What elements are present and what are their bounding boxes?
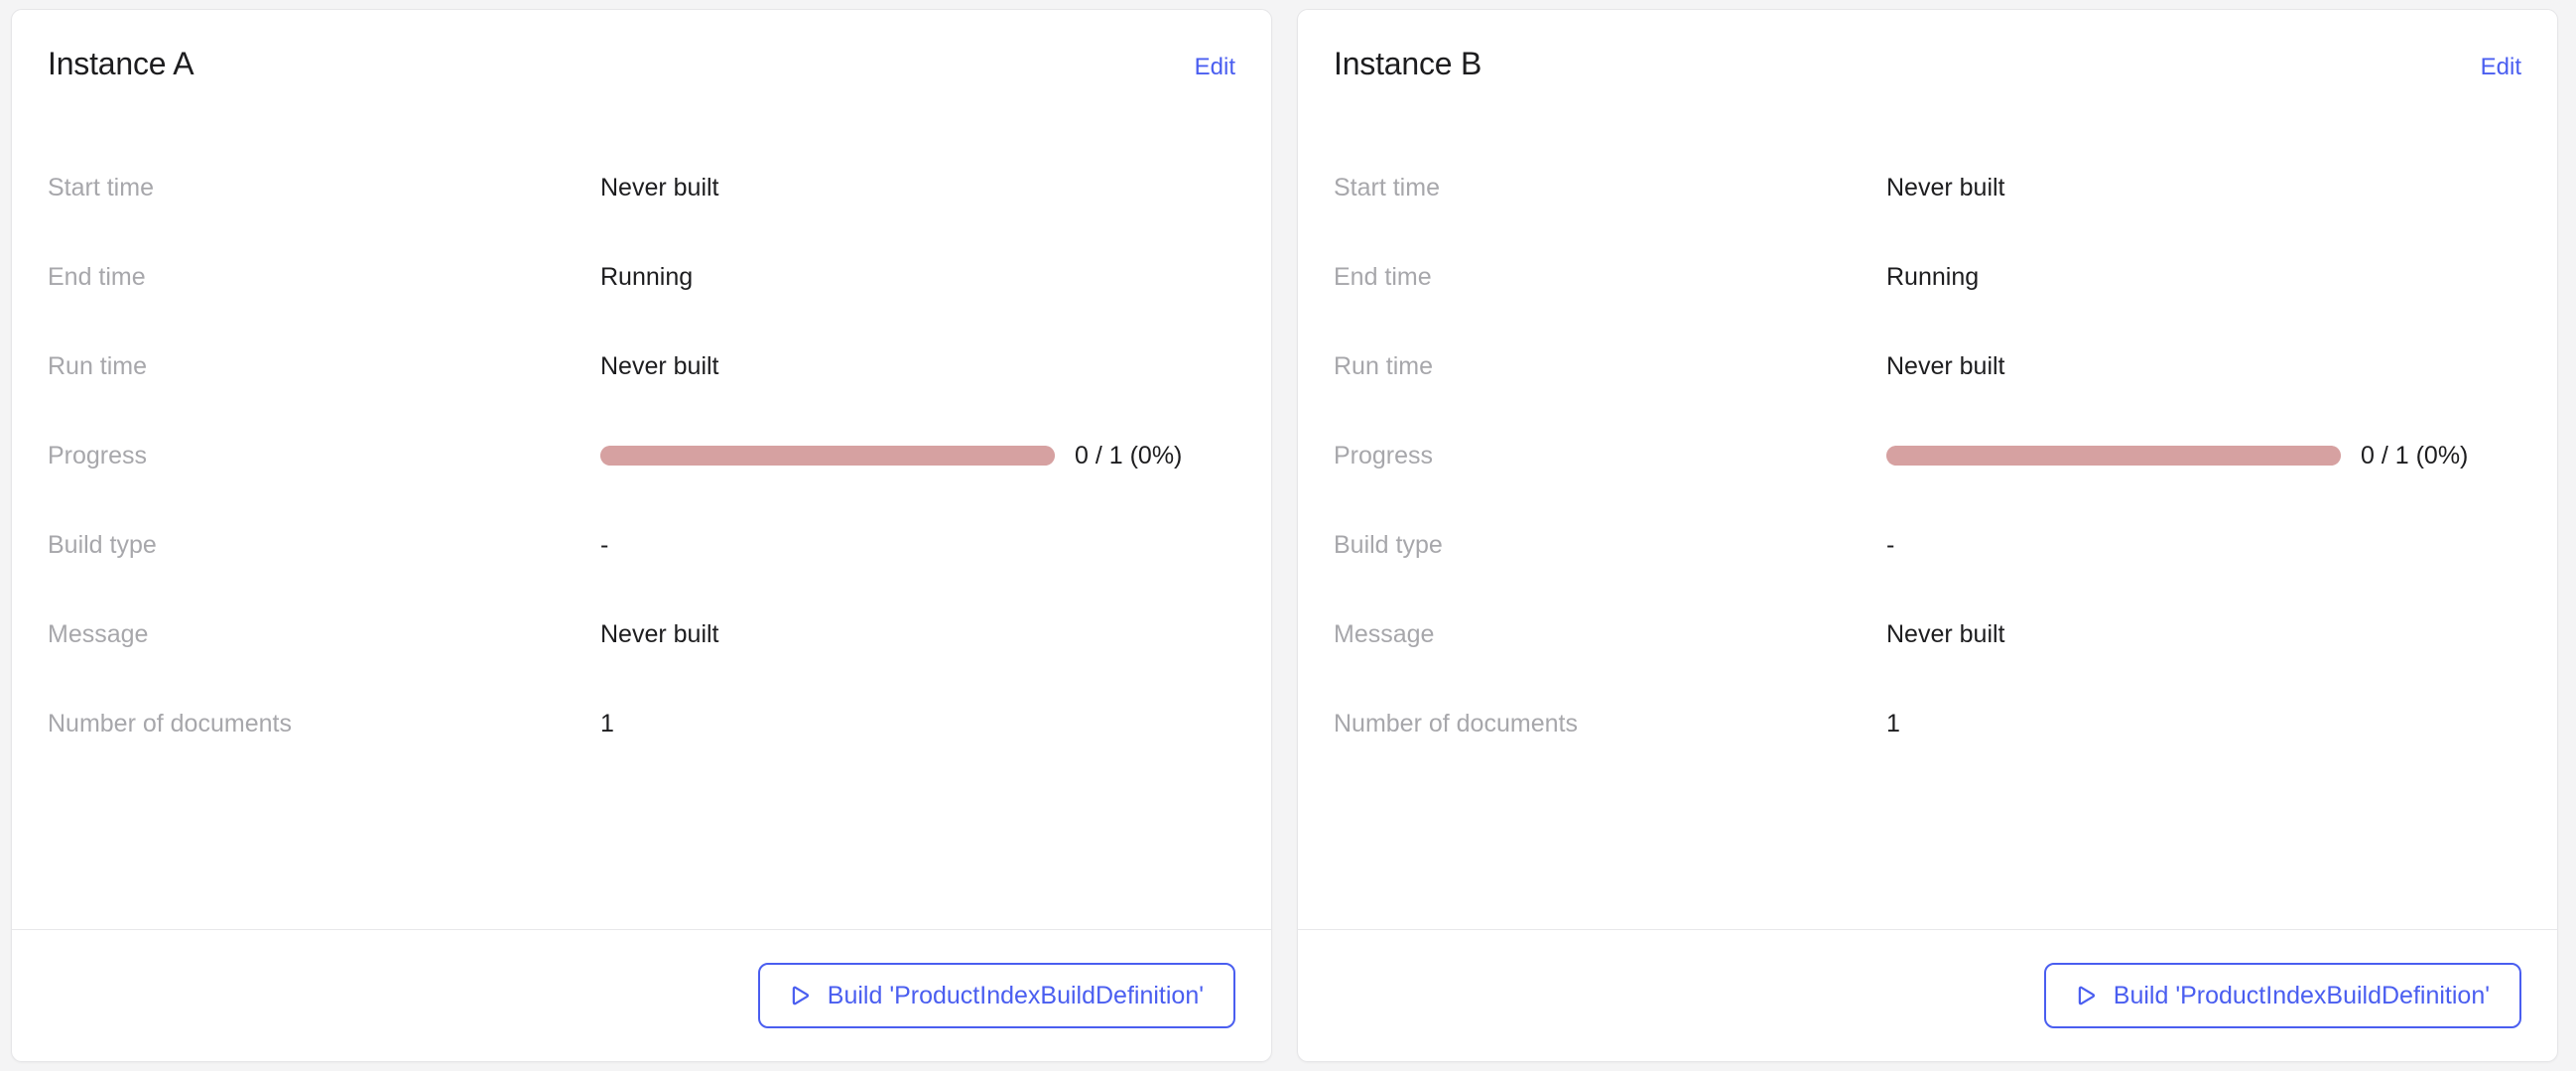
detail-value: - [1886, 530, 1895, 559]
detail-value: Never built [600, 619, 719, 648]
detail-value: 1 [1886, 709, 1900, 737]
detail-value: Running [600, 262, 694, 291]
build-button[interactable]: Build 'ProductIndexBuildDefinition' [757, 963, 1235, 1028]
build-button[interactable]: Build 'ProductIndexBuildDefinition' [2043, 963, 2521, 1028]
detail-value: Never built [600, 351, 719, 380]
build-button-label: Build 'ProductIndexBuildDefinition' [827, 981, 1204, 1009]
instance-cards-board: Instance A Edit Start time Never built E… [0, 0, 2576, 1071]
detail-label: Progress [1334, 441, 1434, 469]
instance-card-b: Instance B Edit Start time Never built E… [1297, 9, 2558, 1062]
detail-label: Message [1334, 619, 1435, 648]
detail-row-end-time: End time Running [1334, 232, 2521, 322]
detail-value: Never built [1886, 173, 2005, 201]
detail-value: 1 [600, 709, 614, 737]
progress-bar-wrap: 0 / 1 (0%) [1886, 442, 2521, 470]
detail-label: End time [1334, 262, 1432, 291]
page-title: Instance A [48, 46, 194, 81]
detail-label: Number of documents [48, 709, 292, 737]
detail-row-message: Message Never built [1334, 590, 2521, 679]
instance-a-detail-list: Start time Never built End time Running … [48, 143, 1235, 768]
detail-row-number-of-documents: Number of documents 1 [1334, 679, 2521, 768]
detail-label: Message [48, 619, 149, 648]
detail-row-start-time: Start time Never built [1334, 143, 2521, 232]
progress-text: 0 / 1 (0%) [1075, 441, 1183, 469]
detail-row-progress: Progress 0 / 1 (0%) [1334, 411, 2521, 500]
detail-row-build-type: Build type - [48, 500, 1235, 590]
detail-label: Start time [1334, 173, 1440, 201]
instance-card-a: Instance A Edit Start time Never built E… [11, 9, 1272, 1062]
detail-label: Build type [48, 530, 157, 559]
page-title: Instance B [1334, 46, 1482, 81]
detail-value: 0 / 1 (0%) [600, 442, 1235, 470]
detail-label: Number of documents [1334, 709, 1578, 737]
detail-row-end-time: End time Running [48, 232, 1235, 322]
progress-bar [1886, 446, 2341, 467]
detail-value: - [600, 530, 609, 559]
instance-card-b-body: Instance B Edit Start time Never built E… [1298, 10, 2557, 929]
progress-bar-fill [1886, 446, 2341, 467]
detail-value: Never built [600, 173, 719, 201]
detail-label: Run time [48, 351, 148, 380]
edit-link[interactable]: Edit [1195, 54, 1235, 80]
progress-bar-fill [600, 446, 1055, 467]
detail-label: Progress [48, 441, 148, 469]
detail-row-build-type: Build type - [1334, 500, 2521, 590]
detail-row-start-time: Start time Never built [48, 143, 1235, 232]
play-icon [2072, 982, 2100, 1009]
detail-row-run-time: Run time Never built [1334, 322, 2521, 411]
detail-row-progress: Progress 0 / 1 (0%) [48, 411, 1235, 500]
detail-label: Build type [1334, 530, 1443, 559]
detail-label: Start time [48, 173, 154, 201]
instance-card-b-footer: Build 'ProductIndexBuildDefinition' [1298, 929, 2557, 1061]
progress-text: 0 / 1 (0%) [2361, 441, 2469, 469]
instance-card-a-header: Instance A Edit [48, 46, 1235, 81]
detail-row-run-time: Run time Never built [48, 322, 1235, 411]
instance-card-b-header: Instance B Edit [1334, 46, 2521, 81]
detail-label: End time [48, 262, 146, 291]
detail-label: Run time [1334, 351, 1434, 380]
progress-bar [600, 446, 1055, 467]
detail-value: Running [1886, 262, 1980, 291]
detail-value: 0 / 1 (0%) [1886, 442, 2521, 470]
instance-card-a-body: Instance A Edit Start time Never built E… [12, 10, 1271, 929]
detail-value: Never built [1886, 619, 2005, 648]
detail-row-message: Message Never built [48, 590, 1235, 679]
edit-link[interactable]: Edit [2481, 54, 2521, 80]
build-button-label: Build 'ProductIndexBuildDefinition' [2113, 981, 2490, 1009]
detail-value: Never built [1886, 351, 2005, 380]
progress-bar-wrap: 0 / 1 (0%) [600, 442, 1235, 470]
instance-b-detail-list: Start time Never built End time Running … [1334, 143, 2521, 768]
detail-row-number-of-documents: Number of documents 1 [48, 679, 1235, 768]
play-icon [786, 982, 814, 1009]
instance-card-a-footer: Build 'ProductIndexBuildDefinition' [12, 929, 1271, 1061]
